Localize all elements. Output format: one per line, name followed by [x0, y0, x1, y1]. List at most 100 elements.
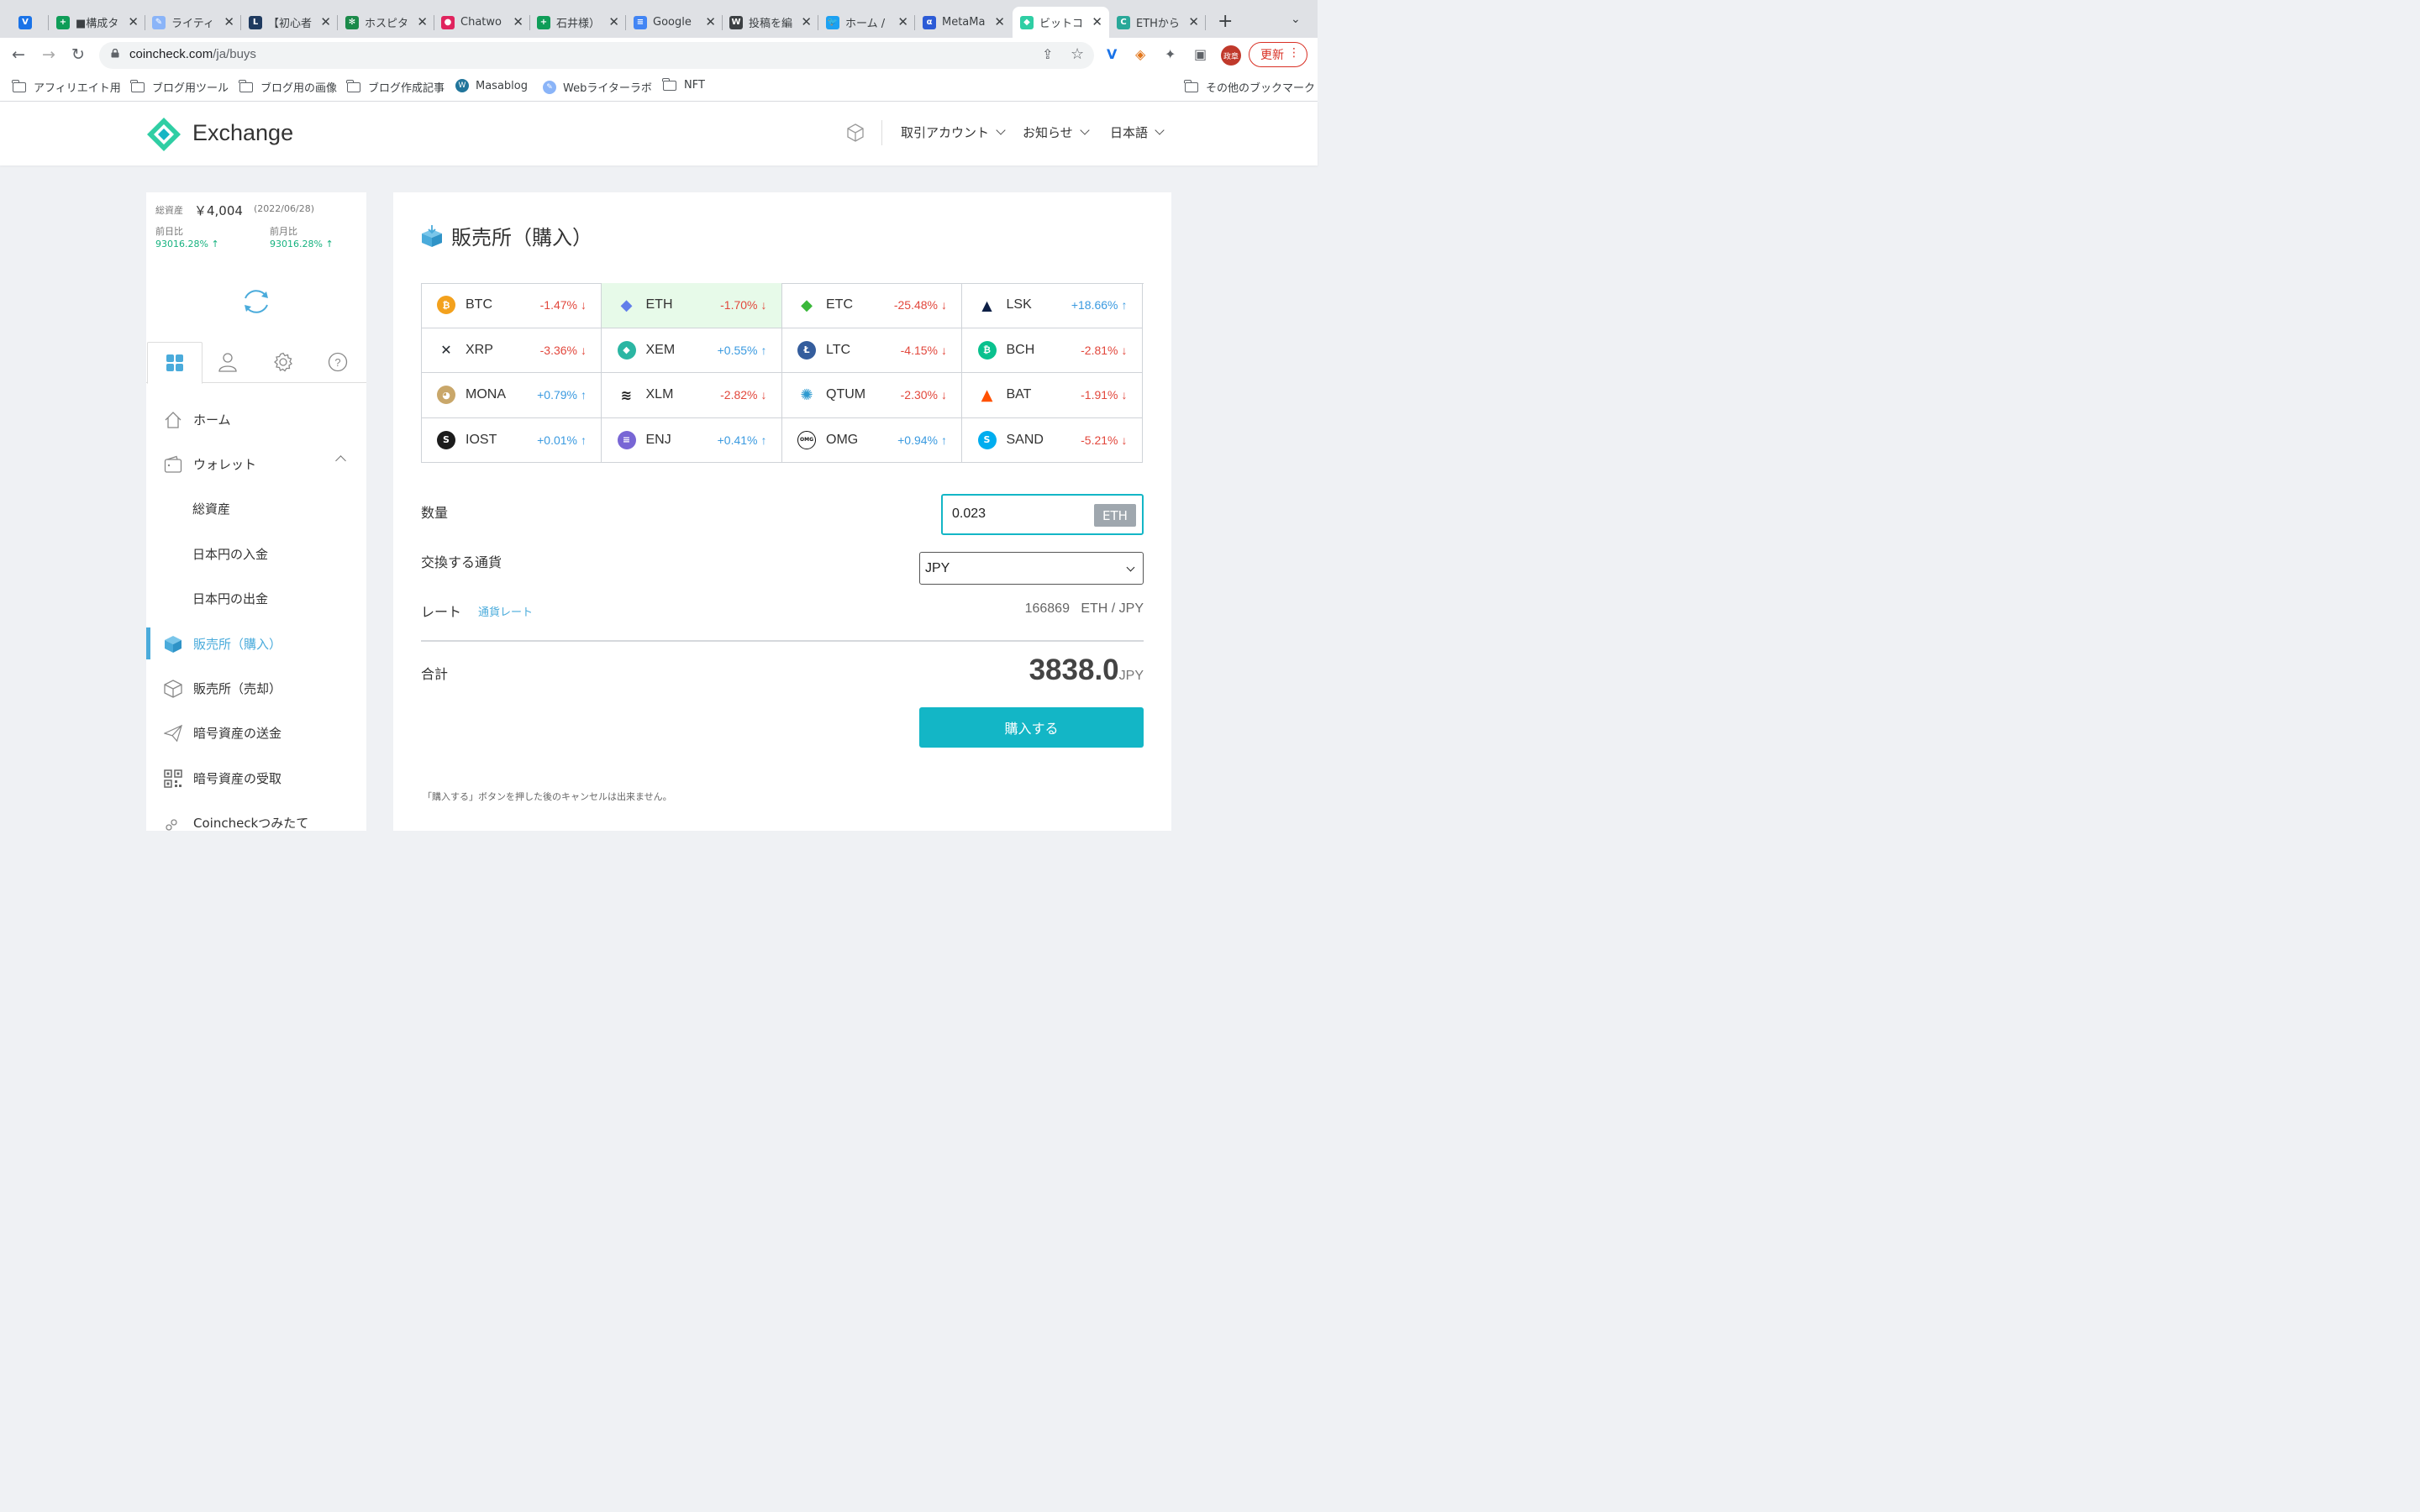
rate-link[interactable]: 通貨レート — [478, 603, 533, 619]
browser-tab[interactable]: ✎ ライティ ✕ — [145, 7, 241, 38]
coin-option-eth[interactable]: ◆ ETH -1.70% ↓ — [601, 283, 782, 328]
sidebar-item-wallet[interactable]: ウォレット — [146, 442, 366, 486]
coin-option-xem[interactable]: ◆ XEM +0.55% ↑ — [601, 328, 782, 373]
tab-title: Chatwo — [460, 16, 502, 29]
coin-option-enj[interactable]: ≡ ENJ +0.41% ↑ — [601, 417, 782, 463]
bookmark-item[interactable]: ブログ作成記事 — [346, 79, 445, 95]
tab-account[interactable] — [201, 342, 255, 382]
coin-option-mona[interactable]: ◕ MONA +0.79% ↑ — [421, 373, 602, 418]
bookmark-star-icon[interactable]: ☆ — [1071, 45, 1084, 63]
close-tab-icon[interactable]: ✕ — [801, 14, 812, 29]
sidebar-item-receive[interactable]: 暗号資産の受取 — [146, 756, 366, 801]
browser-tab[interactable]: V — [0, 7, 49, 38]
refresh-icon[interactable] — [240, 286, 272, 318]
close-tab-icon[interactable]: ✕ — [417, 14, 428, 29]
coin-option-sand[interactable]: S SAND -5.21% ↓ — [961, 417, 1143, 463]
nav-news[interactable]: お知らせ — [1023, 123, 1090, 141]
browser-tab[interactable]: W 投稿を編 ✕ — [722, 7, 818, 38]
coin-option-bat[interactable]: ▲ BAT -1.91% ↓ — [961, 373, 1143, 418]
sidebar-item-jpy-deposit[interactable]: 日本円の入金 — [146, 532, 366, 576]
sidebar-item-send[interactable]: 暗号資産の送金 — [146, 711, 366, 755]
close-tab-icon[interactable]: ✕ — [1188, 14, 1199, 29]
close-tab-icon[interactable]: ✕ — [994, 14, 1005, 29]
browser-tab[interactable]: + ■構成タ ✕ — [49, 7, 145, 38]
quantity-field[interactable]: ETH — [941, 494, 1144, 535]
close-tab-icon[interactable]: ✕ — [513, 14, 523, 29]
sidebar-item-jpy-withdraw[interactable]: 日本円の出金 — [146, 576, 366, 621]
browser-tab[interactable]: ◆ ビットコ ✕ — [1013, 7, 1109, 38]
tab-favicon-icon: ≡ — [634, 15, 647, 29]
bookmark-label: ブログ用の画像 — [260, 82, 338, 95]
extensions-puzzle-icon[interactable]: ✦ — [1165, 46, 1176, 62]
close-tab-icon[interactable]: ✕ — [128, 14, 139, 29]
forward-arrow-icon[interactable]: → — [42, 45, 55, 64]
sidebar: 総資産 ￥4,004 (2022/06/28) 前日比 93016.28% ↑ … — [146, 192, 366, 831]
buy-button[interactable]: 購入する — [919, 707, 1144, 748]
chevron-up-icon[interactable] — [335, 455, 346, 466]
browser-tab[interactable]: α MetaMa ✕ — [915, 7, 1012, 38]
arrow-down-icon: ↓ — [581, 343, 587, 357]
nav-language[interactable]: 日本語 — [1110, 123, 1165, 141]
sidebar-item-buy[interactable]: 販売所（購入） — [146, 622, 366, 666]
coin-option-xlm[interactable]: ≋ XLM -2.82% ↓ — [601, 373, 782, 418]
sidebar-item-sell[interactable]: 販売所（売却） — [146, 666, 366, 711]
browser-tab[interactable]: ● Chatwo ✕ — [434, 7, 530, 38]
cube-filled-icon — [164, 635, 182, 654]
coin-option-bch[interactable]: ₿ BCH -2.81% ↓ — [961, 328, 1143, 373]
lock-icon — [111, 49, 119, 58]
side-panel-icon[interactable]: ▣ — [1194, 46, 1207, 62]
reload-icon[interactable]: ↻ — [71, 45, 85, 64]
tab-help[interactable]: ? — [311, 342, 365, 382]
address-bar[interactable]: coincheck.com/ja/buys ⇪ ☆ — [99, 42, 1094, 69]
metamask-fox-icon[interactable]: ◈ — [1135, 46, 1145, 62]
coin-option-btc[interactable]: ₿ BTC -1.47% ↓ — [421, 283, 602, 328]
close-tab-icon[interactable]: ✕ — [224, 14, 234, 29]
browser-tab[interactable]: 🐦 ホーム / ✕ — [818, 7, 915, 38]
logo-text[interactable]: Exchange — [192, 120, 293, 146]
back-arrow-icon[interactable]: ← — [12, 45, 25, 64]
coin-option-lsk[interactable]: ▲ LSK +18.66% ↑ — [961, 283, 1143, 328]
nav-trading-account[interactable]: 取引アカウント — [901, 123, 1006, 141]
coin-option-qtum[interactable]: ✺ QTUM -2.30% ↓ — [781, 373, 962, 418]
browser-tab[interactable]: ≡ Google ✕ — [626, 7, 723, 38]
total-amount: 3838.0JPY — [1029, 654, 1144, 687]
sidebar-item-home[interactable]: ホーム — [146, 397, 366, 442]
bookmark-item[interactable]: NFT — [662, 77, 705, 92]
bookmark-item[interactable]: アフィリエイト用 — [12, 79, 121, 95]
bookmark-item[interactable]: ブログ用の画像 — [239, 79, 337, 95]
extension-v-icon[interactable]: V — [1107, 46, 1117, 62]
coin-option-iost[interactable]: S IOST +0.01% ↑ — [421, 417, 602, 463]
profile-avatar[interactable]: 政章 — [1221, 45, 1241, 66]
close-tab-icon[interactable]: ✕ — [1092, 14, 1102, 29]
box-icon[interactable] — [845, 123, 865, 143]
currency-select[interactable]: JPY — [919, 552, 1144, 585]
bookmark-item[interactable]: ブログ用ツール — [130, 79, 229, 95]
coin-option-etc[interactable]: ◆ ETC -25.48% ↓ — [781, 283, 962, 328]
tab-dashboard[interactable] — [147, 342, 203, 384]
coin-option-ltc[interactable]: Ł LTC -4.15% ↓ — [781, 328, 962, 373]
tab-search-chevron-icon[interactable]: ⌄ — [1291, 13, 1301, 26]
browser-tab[interactable]: + 石井様） ✕ — [529, 7, 626, 38]
bookmark-item[interactable]: ✎ Webライターラボ — [543, 79, 652, 95]
close-tab-icon[interactable]: ✕ — [705, 14, 716, 29]
browser-tab[interactable]: C ETHから ✕ — [1109, 7, 1206, 38]
close-tab-icon[interactable]: ✕ — [897, 14, 908, 29]
browser-tab[interactable]: L 【初心者 ✕ — [241, 7, 338, 38]
update-button[interactable]: 更新 ⋮ — [1249, 42, 1307, 67]
tab-settings[interactable] — [256, 342, 310, 382]
share-icon[interactable]: ⇪ — [1042, 46, 1053, 62]
sidebar-item-total-assets[interactable]: 総資産 — [146, 486, 366, 531]
coincheck-logo-icon[interactable] — [145, 116, 182, 153]
browser-tab[interactable]: ✻ ホスピタ ✕ — [338, 7, 434, 38]
total-assets-date: (2022/06/28) — [254, 203, 314, 214]
sidebar-item-tsumitate[interactable]: Coincheckつみたて — [146, 801, 366, 845]
other-bookmarks[interactable]: その他のブックマーク — [1184, 79, 1315, 95]
close-tab-icon[interactable]: ✕ — [608, 14, 619, 29]
qr-code-icon — [164, 769, 182, 788]
bookmark-item[interactable]: W Masablog — [455, 79, 528, 92]
coin-option-omg[interactable]: OMG OMG +0.94% ↑ — [781, 417, 962, 463]
coin-option-xrp[interactable]: ✕ XRP -3.36% ↓ — [421, 328, 602, 373]
close-tab-icon[interactable]: ✕ — [320, 14, 331, 29]
quantity-input[interactable] — [952, 507, 1078, 522]
new-tab-button[interactable]: + — [1218, 11, 1233, 32]
